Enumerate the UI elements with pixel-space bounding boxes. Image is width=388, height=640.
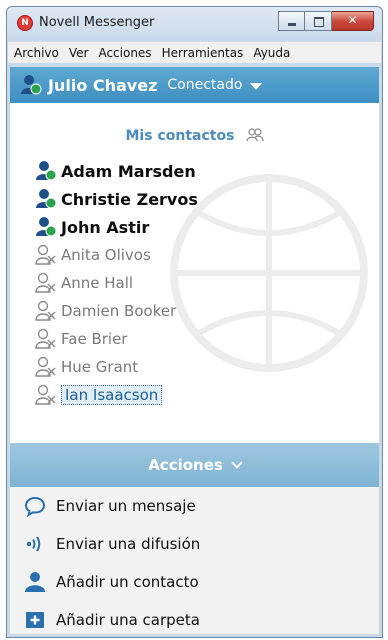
messenger-window: N Novell Messenger Archivo Ver Acciones … <box>6 6 383 638</box>
actions-panel: Enviar un mensaje Enviar una difusión Añ… <box>10 487 379 634</box>
novell-icon: N <box>17 15 33 31</box>
globe-watermark-icon <box>170 174 368 372</box>
menu-acciones[interactable]: Acciones <box>98 46 151 60</box>
title-bar[interactable]: N Novell Messenger <box>7 7 382 41</box>
window-title: Novell Messenger <box>39 15 155 30</box>
online-user-icon <box>35 188 57 210</box>
action-label: Añadir una carpeta <box>56 611 200 629</box>
send-message-action[interactable]: Enviar un mensaje <box>24 493 196 519</box>
contact-name: Anita Olivos <box>61 246 151 264</box>
contact-name: John Astir <box>61 217 150 237</box>
online-user-icon <box>35 216 57 238</box>
user-name: Julio Chavez <box>48 75 158 95</box>
maximize-button[interactable] <box>305 11 332 31</box>
contact-item[interactable]: Anita Olivos <box>35 243 151 267</box>
offline-user-icon <box>35 384 57 406</box>
offline-user-icon <box>35 272 57 294</box>
action-label: Añadir un contacto <box>56 573 199 591</box>
actions-title: Acciones <box>148 456 223 474</box>
add-contact-action[interactable]: Añadir un contacto <box>24 569 199 595</box>
contact-item[interactable]: Fae Brier <box>35 327 127 351</box>
menu-bar: Archivo Ver Acciones Herramientas Ayuda <box>8 41 381 63</box>
online-user-icon <box>35 160 57 182</box>
contact-item[interactable]: John Astir <box>35 215 149 239</box>
contact-item[interactable]: Christie Zervos <box>35 187 198 211</box>
menu-herramientas[interactable]: Herramientas <box>162 46 244 60</box>
offline-user-icon <box>35 300 57 322</box>
contact-name: Hue Grant <box>61 358 139 376</box>
actions-header[interactable]: Acciones <box>10 443 379 487</box>
contact-name: Adam Marsden <box>61 161 196 181</box>
close-button[interactable] <box>332 11 374 31</box>
action-label: Enviar una difusión <box>56 535 201 553</box>
menu-ver[interactable]: Ver <box>69 46 89 60</box>
contact-item[interactable]: Hue Grant <box>35 355 138 379</box>
broadcast-icon <box>24 533 46 555</box>
contact-name: Ian Isaacson <box>61 385 163 405</box>
group-icon <box>245 128 264 142</box>
window-controls <box>278 11 374 31</box>
action-label: Enviar un mensaje <box>56 497 196 515</box>
contact-item-selected[interactable]: Ian Isaacson <box>35 383 163 407</box>
user-status[interactable]: Conectado <box>167 77 242 93</box>
send-broadcast-action[interactable]: Enviar una difusión <box>24 531 200 557</box>
contact-name: Fae Brier <box>61 330 128 348</box>
offline-user-icon <box>35 244 57 266</box>
online-user-icon <box>20 74 42 96</box>
chat-bubble-icon <box>24 495 46 518</box>
add-folder-icon <box>24 609 46 631</box>
add-folder-action[interactable]: Añadir una carpeta <box>24 607 200 633</box>
minimize-button[interactable] <box>278 11 305 31</box>
user-status-bar[interactable]: Julio Chavez Conectado <box>10 67 379 103</box>
group-title: Mis contactos <box>125 128 235 144</box>
contact-item[interactable]: Adam Marsden <box>35 159 196 183</box>
add-contact-icon <box>24 571 46 593</box>
contact-name: Anne Hall <box>61 274 134 292</box>
contact-name: Christie Zervos <box>61 189 198 209</box>
contact-item[interactable]: Damien Booker <box>35 299 176 323</box>
contact-item[interactable]: Anne Hall <box>35 271 133 295</box>
chevron-down-icon[interactable] <box>231 456 243 469</box>
contact-name: Damien Booker <box>61 302 177 320</box>
menu-ayuda[interactable]: Ayuda <box>253 46 290 60</box>
chevron-down-icon[interactable] <box>250 82 263 90</box>
offline-user-icon <box>35 328 57 350</box>
contact-list: Mis contactos Adam Marsden Christie Zerv… <box>10 103 379 443</box>
menu-archivo[interactable]: Archivo <box>14 46 59 60</box>
group-header[interactable]: Mis contactos <box>10 125 379 144</box>
offline-user-icon <box>35 356 57 378</box>
